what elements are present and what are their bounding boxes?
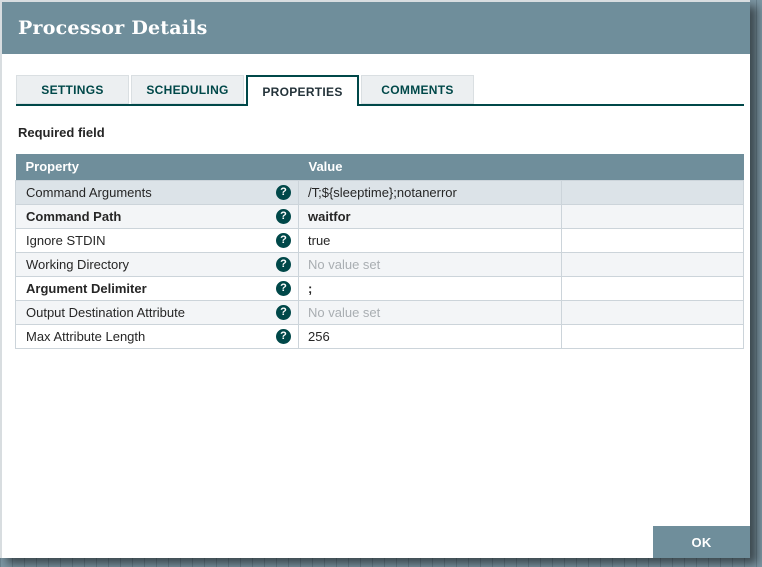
property-value: true <box>298 227 562 253</box>
empty-cell <box>561 179 744 205</box>
property-name: Working Directory <box>26 256 130 272</box>
property-name: Command Arguments <box>26 184 152 200</box>
help-icon[interactable]: ? <box>276 184 291 200</box>
dialog-title: Processor Details <box>18 17 208 39</box>
help-icon[interactable]: ? <box>276 232 291 248</box>
empty-cell <box>561 227 744 253</box>
property-name: Output Destination Attribute <box>26 304 185 320</box>
property-row[interactable]: Output Destination Attribute ? No value … <box>15 299 744 325</box>
property-value: 256 <box>298 323 562 349</box>
tab-label: COMMENTS <box>381 82 454 97</box>
tab-label: SCHEDULING <box>146 82 229 97</box>
property-name: Max Attribute Length <box>26 328 146 344</box>
tab-label: PROPERTIES <box>262 84 343 99</box>
required-field-label: Required field <box>18 125 105 140</box>
empty-cell <box>561 323 744 349</box>
empty-cell <box>561 251 744 277</box>
help-icon[interactable]: ? <box>276 304 291 320</box>
empty-cell <box>561 299 744 325</box>
help-icon[interactable]: ? <box>276 256 291 272</box>
help-icon[interactable]: ? <box>276 208 291 224</box>
property-value: waitfor <box>298 203 562 229</box>
column-header-value: Value <box>298 154 562 180</box>
property-name: Ignore STDIN <box>26 232 106 248</box>
dialog-titlebar: Processor Details <box>2 2 750 54</box>
processor-details-dialog: Processor Details SETTINGS SCHEDULING PR… <box>0 0 750 558</box>
property-row[interactable]: Command Path ? waitfor <box>15 203 744 229</box>
property-value: /T;${sleeptime};notanerror <box>298 179 562 205</box>
tab-properties[interactable]: PROPERTIES <box>246 75 359 106</box>
empty-cell <box>561 275 744 301</box>
tab-settings[interactable]: SETTINGS <box>16 75 129 104</box>
help-icon[interactable]: ? <box>276 280 291 296</box>
column-header-property: Property <box>15 154 299 180</box>
property-row[interactable]: Working Directory ? No value set <box>15 251 744 277</box>
properties-table: Property Value Command Arguments ? /T;${… <box>15 154 744 349</box>
property-name: Command Path <box>26 208 122 224</box>
ok-button[interactable]: OK <box>653 526 750 558</box>
empty-cell <box>561 203 744 229</box>
tab-scheduling[interactable]: SCHEDULING <box>131 75 244 104</box>
property-name: Argument Delimiter <box>26 280 147 296</box>
property-value: ; <box>298 275 562 301</box>
property-row[interactable]: Argument Delimiter ? ; <box>15 275 744 301</box>
help-icon[interactable]: ? <box>276 328 291 344</box>
property-value: No value set <box>298 299 562 325</box>
property-row[interactable]: Ignore STDIN ? true <box>15 227 744 253</box>
tab-bar: SETTINGS SCHEDULING PROPERTIES COMMENTS <box>16 75 476 106</box>
property-row[interactable]: Max Attribute Length ? 256 <box>15 323 744 349</box>
table-header-row: Property Value <box>15 154 744 180</box>
property-value: No value set <box>298 251 562 277</box>
property-row[interactable]: Command Arguments ? /T;${sleeptime};nota… <box>15 179 744 205</box>
tab-label: SETTINGS <box>41 82 104 97</box>
column-header-empty <box>561 154 744 180</box>
tab-comments[interactable]: COMMENTS <box>361 75 474 104</box>
